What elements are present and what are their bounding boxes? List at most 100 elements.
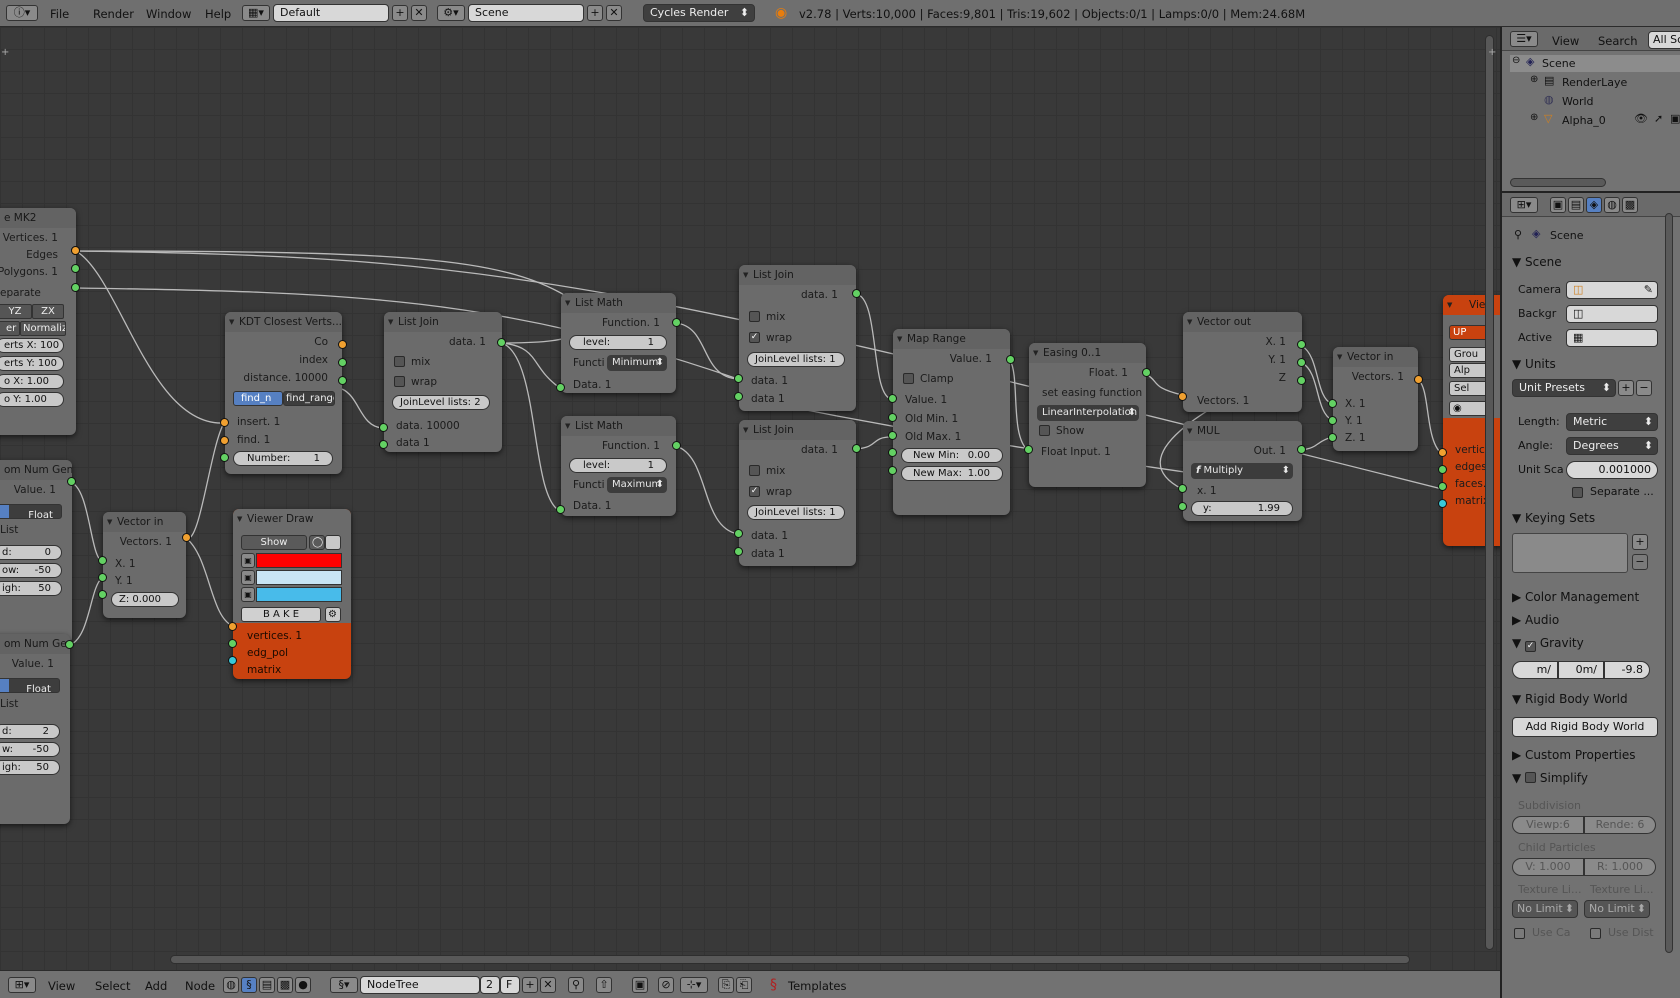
add-keying-set-icon[interactable]: +	[1632, 534, 1648, 550]
node-header[interactable]: List Join	[739, 420, 856, 440]
world-tab-icon[interactable]: ◍	[1604, 197, 1620, 213]
unlink-tree-icon[interactable]: ✕	[540, 977, 556, 993]
render-engine-selector[interactable]: Cycles Render ⬍	[643, 4, 755, 22]
renderable-camera-icon[interactable]: ▣	[1670, 112, 1680, 125]
node-tree-name-field[interactable]: NodeTree	[360, 976, 480, 994]
node-header[interactable]: om Num Gen	[0, 460, 72, 480]
panel-custom-properties[interactable]: ▶ Custom Properties	[1512, 748, 1635, 762]
clamp-checkbox[interactable]	[903, 373, 914, 384]
socket-new-max[interactable]	[888, 466, 897, 475]
socket-data-in[interactable]	[734, 374, 743, 383]
renderlayers-tab-icon[interactable]: ▤	[1568, 197, 1584, 213]
socket-vectors[interactable]	[182, 533, 191, 542]
child-viewport-field[interactable]: V: 1.000	[1512, 858, 1584, 876]
function-dropdown[interactable]: Maximum ⬍	[607, 477, 667, 493]
socket-value[interactable]	[67, 477, 76, 486]
type-selector[interactable]: Float	[0, 678, 60, 693]
visibility-eye-icon[interactable]: 👁	[1634, 112, 1648, 125]
remove-layout-icon[interactable]: ✕	[411, 5, 427, 21]
node-header[interactable]: Vector in	[103, 512, 186, 532]
socket-vectors[interactable]	[1178, 392, 1187, 401]
outliner-item-world[interactable]: ◍ World	[1530, 93, 1680, 110]
outliner-editor-icon[interactable]: ☰▾	[1510, 31, 1538, 47]
socket-float-out[interactable]	[1142, 368, 1151, 377]
field-seed[interactable]: d: 2	[0, 724, 60, 739]
texture-limit-render-dropdown[interactable]: No Limit ⬍	[1584, 900, 1650, 918]
mode-find-range[interactable]: find_range	[283, 391, 335, 406]
snap-icon[interactable]: ⊘	[658, 977, 674, 993]
length-dropdown[interactable]: Metric ⬍	[1566, 413, 1658, 431]
socket-value[interactable]	[65, 640, 74, 649]
wrap-checkbox[interactable]: ✓	[749, 332, 760, 343]
select-button[interactable]: Sel	[1449, 381, 1489, 396]
simplify-checkbox[interactable]	[1525, 772, 1537, 783]
menu-view[interactable]: View	[48, 979, 75, 993]
int-toggle[interactable]	[0, 505, 9, 518]
socket-data-out[interactable]	[497, 338, 506, 347]
new-tree-icon[interactable]: +	[522, 977, 538, 993]
field-y[interactable]: y: 1.99	[1191, 501, 1293, 516]
keying-sets-list[interactable]	[1512, 533, 1628, 573]
field-low[interactable]: ow: -50	[0, 563, 62, 578]
texture-tree-icon[interactable]: ▩	[277, 977, 293, 993]
join-level[interactable]: JoinLevel lists: 1	[747, 505, 845, 520]
subdiv-render-field[interactable]: Rende: 6	[1584, 816, 1656, 834]
socket-data-in-2[interactable]	[734, 547, 743, 556]
socket-vertices[interactable]	[228, 622, 237, 631]
collapse-icon[interactable]: ⊖	[1512, 55, 1520, 66]
mix-checkbox[interactable]	[749, 311, 760, 322]
function-dropdown[interactable]: Minimum ⬍	[607, 355, 667, 371]
menu-node[interactable]: Node	[185, 979, 215, 993]
socket-new-min[interactable]	[888, 448, 897, 457]
gravity-checkbox[interactable]: ✓	[1525, 641, 1537, 652]
remove-keying-set-icon[interactable]: −	[1632, 554, 1648, 570]
node-vector-in-1[interactable]: Vector in Vectors. 1 X. 1 Y. 1 Z: 0.000	[103, 512, 186, 618]
field-size-x[interactable]: o X: 1.00	[0, 374, 64, 389]
panel-keying-sets[interactable]: ▼ Keying Sets	[1512, 511, 1595, 525]
outliner-menu-search[interactable]: Search	[1598, 34, 1638, 48]
socket-out[interactable]	[1297, 445, 1306, 454]
node-kdt-closest-verts[interactable]: KDT Closest Verts... Co index distance. …	[225, 312, 342, 474]
subdiv-viewport-field[interactable]: Viewp:6	[1512, 816, 1584, 834]
node-header[interactable]: e MK2	[0, 208, 76, 228]
vertical-scrollbar[interactable]	[1485, 35, 1494, 950]
node-header[interactable]: Easing 0..1	[1029, 343, 1146, 363]
texture-limit-viewport-dropdown[interactable]: No Limit ⬍	[1512, 900, 1578, 918]
node-list-math-1[interactable]: List Math Function. 1 level: 1 Functi Min…	[561, 293, 676, 393]
panel-units[interactable]: ▼ Units	[1512, 357, 1556, 371]
render-tab-icon[interactable]: ▣	[1550, 197, 1566, 213]
panel-rigid-body-world[interactable]: ▼ Rigid Body World	[1512, 692, 1628, 706]
unit-scale-field[interactable]: 0.001000	[1566, 461, 1658, 479]
node-header[interactable]: om Num Gen	[0, 634, 70, 654]
node-header[interactable]: Map Range	[893, 329, 1010, 349]
node-header[interactable]: List Math	[561, 293, 676, 313]
menu-help[interactable]: Help	[205, 7, 231, 21]
toggle-yz[interactable]: YZ	[0, 304, 32, 319]
node-vector-in-2[interactable]: Vector in Vectors. 1 X. 1 Y. 1 Z. 1	[1333, 347, 1418, 451]
socket-data-out[interactable]	[852, 289, 861, 298]
socket-function[interactable]	[672, 318, 681, 327]
socket-insert[interactable]	[220, 418, 229, 427]
socket-value-out[interactable]	[1006, 355, 1015, 364]
int-toggle[interactable]	[0, 679, 9, 692]
gravity-y-field[interactable]: 0m/	[1558, 661, 1604, 679]
menu-select[interactable]: Select	[95, 979, 130, 993]
face-color-icon[interactable]: ▣	[241, 587, 255, 602]
socket-co[interactable]	[338, 340, 347, 349]
field-high[interactable]: igh: 50	[0, 760, 60, 775]
field-low[interactable]: w: -50	[0, 742, 60, 757]
node-random-num-gen-2[interactable]: om Num Gen Value. 1 Float List d: 2 w: -50…	[0, 634, 70, 824]
socket-data-out[interactable]	[852, 444, 861, 453]
info-editor-icon[interactable]: ⓘ▾	[6, 5, 38, 21]
socket-vertices[interactable]	[1438, 448, 1447, 457]
expand-icon[interactable]: ⊕	[1530, 112, 1538, 123]
add-preset-icon[interactable]: +	[1618, 380, 1634, 396]
panel-gravity[interactable]: ▼ ✓ Gravity	[1512, 636, 1584, 652]
mix-checkbox[interactable]	[749, 465, 760, 476]
type-selector[interactable]: Float	[0, 504, 62, 519]
field-level[interactable]: level: 1	[569, 335, 667, 350]
socket-x[interactable]	[98, 556, 107, 565]
socket-data-in-2[interactable]	[734, 392, 743, 401]
socket-z[interactable]	[1297, 376, 1306, 385]
field-number[interactable]: Number: 1	[233, 451, 333, 466]
